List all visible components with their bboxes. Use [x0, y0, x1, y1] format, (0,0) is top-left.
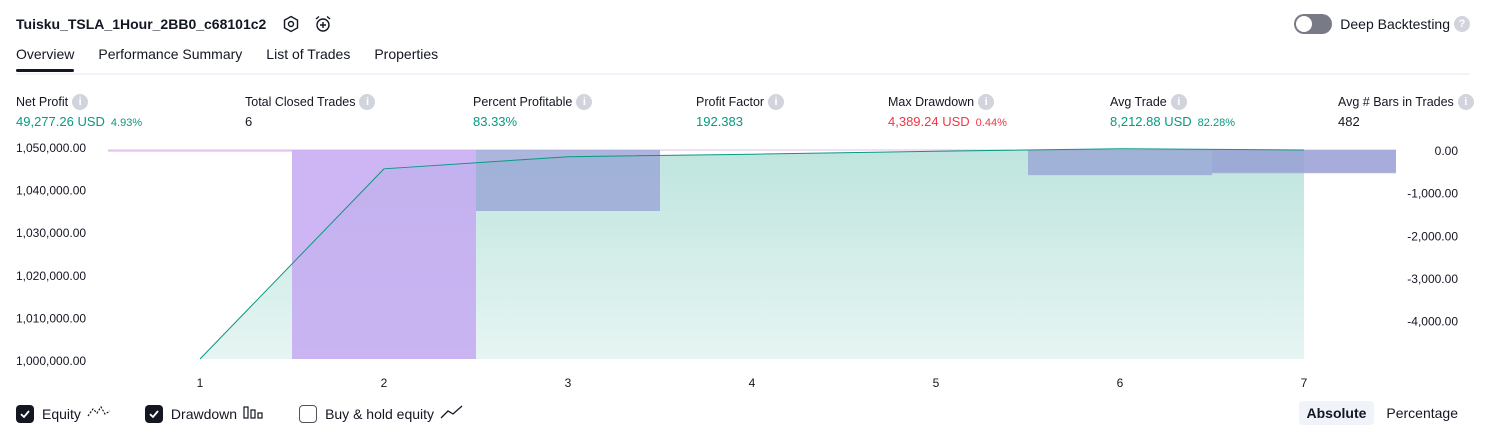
toggle-knob	[1296, 16, 1313, 32]
metric-value: 192.383	[696, 114, 743, 129]
info-icon[interactable]: i	[72, 93, 89, 110]
x-tick-label: 6	[1117, 376, 1124, 390]
tab-properties[interactable]: Properties	[374, 46, 438, 70]
mode-absolute-button[interactable]: Absolute	[1298, 401, 1375, 425]
x-tick-label: 7	[1301, 376, 1308, 390]
y-left-tick-label: 1,040,000.00	[16, 184, 86, 198]
y-left-tick-label: 1,030,000.00	[16, 226, 86, 240]
buy-hold-line-icon	[440, 404, 464, 425]
y-right-tick-label: 0.00	[1435, 144, 1459, 158]
metric-value: 83.33%	[473, 114, 518, 129]
value-mode-switch: Absolute Percentage	[1295, 401, 1467, 425]
metric-net-profit: Net Profit i 49,277.26 USD 4.93%	[16, 93, 142, 131]
info-icon[interactable]: i	[978, 93, 995, 110]
tab-list-of-trades[interactable]: List of Trades	[266, 46, 350, 70]
y-right-tick-label: -1,000.00	[1407, 187, 1458, 201]
y-left-tick-label: 1,020,000.00	[16, 269, 86, 283]
y-right-tick-label: -3,000.00	[1407, 272, 1458, 286]
deep-backtesting: Deep Backtesting ?	[1294, 12, 1470, 36]
metric-max-drawdown: Max Drawdown i 4,389.24 USD 0.44%	[888, 93, 1007, 131]
equity-checkbox[interactable]	[16, 405, 34, 423]
help-icon[interactable]: ?	[1454, 16, 1470, 32]
metric-value: 6	[245, 114, 253, 129]
settings-icon[interactable]	[280, 13, 302, 35]
equity-chart[interactable]: 1,050,000.00 1,040,000.00 1,030,000.00 1,02…	[0, 138, 1486, 392]
mode-percentage-button[interactable]: Percentage	[1378, 401, 1466, 425]
y-right-tick-label: -2,000.00	[1407, 229, 1458, 243]
metric-percent: 82.28%	[1197, 117, 1235, 129]
legend-label: Drawdown	[170, 406, 238, 422]
y-right-tick-label: -4,000.00	[1407, 315, 1458, 329]
metric-value: 49,277.26 USD	[16, 114, 105, 129]
metric-label: Avg # Bars in Trades	[1338, 94, 1454, 109]
tab-overview[interactable]: Overview	[16, 46, 75, 72]
y-left-tick-label: 1,050,000.00	[16, 141, 86, 155]
metric-total-closed-trades: Total Closed Trades i 6	[245, 93, 376, 131]
drawdown-bar	[1212, 150, 1396, 174]
metric-avg-trade: Avg Trade i 8,212.88 USD 82.28%	[1110, 93, 1235, 131]
x-tick-label: 2	[381, 376, 388, 390]
legend-label: Equity	[42, 406, 81, 422]
x-tick-label: 3	[565, 376, 572, 390]
metric-percent: 0.44%	[975, 117, 1007, 129]
metric-value: 8,212.88 USD	[1110, 114, 1192, 129]
metric-avg-bars-in-trades: Avg # Bars in Trades i 482	[1338, 93, 1474, 131]
info-icon[interactable]: i	[359, 93, 376, 110]
info-icon[interactable]: i	[1457, 93, 1474, 110]
info-icon[interactable]: i	[576, 93, 593, 110]
drawdown-checkbox[interactable]	[144, 405, 163, 423]
info-icon[interactable]: i	[768, 93, 785, 110]
strategy-header: Tuisku_TSLA_1Hour_2BB0_c68101c2	[16, 12, 344, 36]
drawdown-bars-icon	[243, 404, 265, 425]
x-tick-label: 4	[749, 376, 756, 390]
tabs-divider	[16, 73, 1470, 75]
equity-chart-svg: 1,050,000.00 1,040,000.00 1,030,000.00 1,02…	[16, 141, 1459, 390]
legend-buy-hold[interactable]: Buy & hold equity	[299, 404, 464, 425]
metric-label: Percent Profitable	[473, 94, 573, 109]
metric-label: Max Drawdown	[888, 94, 975, 109]
metric-percent-profitable: Percent Profitable i 83.33%	[473, 93, 593, 131]
chart-legend: Equity Drawdown Buy & hold equity	[16, 402, 498, 426]
metric-profit-factor: Profit Factor i 192.383	[696, 93, 785, 131]
legend-equity[interactable]: Equity	[16, 404, 111, 425]
drawdown-bar	[1028, 150, 1212, 176]
deep-backtesting-label: Deep Backtesting	[1340, 16, 1450, 32]
x-tick-label: 5	[933, 376, 940, 390]
metric-label: Avg Trade	[1110, 94, 1167, 109]
tab-performance-summary[interactable]: Performance Summary	[98, 46, 242, 70]
metric-value: 4,389.24 USD	[888, 114, 970, 129]
legend-label: Buy & hold equity	[325, 406, 435, 422]
add-alert-icon[interactable]	[312, 13, 334, 35]
drawdown-bar	[292, 150, 476, 359]
info-icon[interactable]: i	[1170, 93, 1187, 110]
tab-bar: Overview Performance Summary List of Tra…	[16, 46, 462, 72]
strategy-name: Tuisku_TSLA_1Hour_2BB0_c68101c2	[16, 16, 267, 32]
metric-percent: 4.93%	[110, 117, 143, 129]
metric-value: 482	[1338, 114, 1360, 129]
equity-line-icon	[87, 404, 111, 425]
x-tick-label: 1	[197, 376, 204, 390]
y-left-tick-label: 1,010,000.00	[16, 311, 86, 325]
legend-drawdown[interactable]: Drawdown	[144, 404, 265, 425]
metric-label: Net Profit	[16, 94, 69, 109]
deep-backtesting-toggle[interactable]	[1294, 14, 1333, 34]
y-left-tick-label: 1,000,000.00	[16, 354, 86, 368]
buy-hold-checkbox[interactable]	[299, 405, 318, 423]
metric-label: Total Closed Trades	[245, 94, 356, 109]
drawdown-bar	[476, 150, 660, 211]
metric-label: Profit Factor	[696, 94, 765, 109]
